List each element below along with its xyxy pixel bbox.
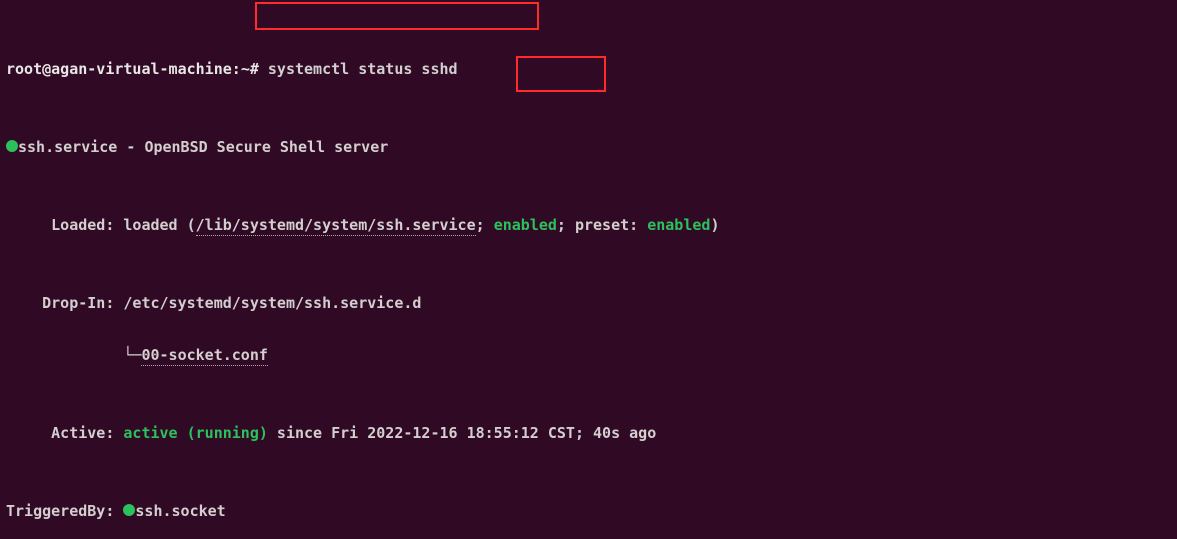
service-description: OpenBSD Secure Shell server — [144, 138, 388, 156]
loaded-suffix: ) — [710, 216, 719, 234]
prompt-symbol: # — [250, 60, 259, 78]
active-since-prefix: since — [268, 424, 331, 442]
dropin-file: 00-socket.conf — [141, 346, 267, 366]
loaded-line: Loaded: loaded (/lib/systemd/system/ssh.… — [6, 212, 1171, 238]
active-since: Fri 2022-12-16 18:55:12 CST — [331, 424, 575, 442]
tree-elbow-icon: └─ — [123, 346, 141, 364]
status-dot-icon — [6, 140, 18, 152]
service-separator: - — [117, 138, 144, 156]
active-ago: ; 40s ago — [575, 424, 656, 442]
active-line: Active: active (running) since Fri 2022-… — [6, 420, 1171, 446]
loaded-label: Loaded: — [51, 216, 114, 234]
dropin-line: Drop-In: /etc/systemd/system/ssh.service… — [6, 290, 1171, 316]
dropin-label: Drop-In: — [42, 294, 114, 312]
terminal-output[interactable]: root@agan-virtual-machine:~# systemctl s… — [0, 0, 1177, 539]
active-state: active (running) — [123, 424, 268, 442]
triggeredby-label: TriggeredBy: — [6, 502, 114, 520]
prompt-line: root@agan-virtual-machine:~# systemctl s… — [6, 56, 1171, 82]
service-name: ssh.service — [18, 138, 117, 156]
prompt-userhost: root@agan-virtual-machine — [6, 60, 232, 78]
preset-value: enabled — [647, 216, 710, 234]
command-text: systemctl status sshd — [268, 60, 458, 78]
service-header-line: ssh.service - OpenBSD Secure Shell serve… — [6, 134, 1171, 160]
status-dot-icon — [123, 504, 135, 516]
dropin-dir: /etc/systemd/system/ssh.service.d — [123, 294, 421, 312]
loaded-enabled: enabled — [494, 216, 557, 234]
triggeredby-value: ssh.socket — [135, 502, 225, 520]
active-label: Active: — [51, 424, 114, 442]
loaded-prefix: loaded ( — [123, 216, 195, 234]
dropin-file-line: └─00-socket.conf — [6, 342, 1171, 368]
unit-path: /lib/systemd/system/ssh.service — [196, 216, 476, 236]
highlight-box-command — [255, 2, 539, 30]
triggeredby-line: TriggeredBy: ssh.socket — [6, 498, 1171, 524]
prompt-cwd: ~ — [241, 60, 250, 78]
loaded-sep2: ; — [557, 216, 575, 234]
loaded-sep1: ; — [476, 216, 494, 234]
preset-label: preset: — [575, 216, 647, 234]
